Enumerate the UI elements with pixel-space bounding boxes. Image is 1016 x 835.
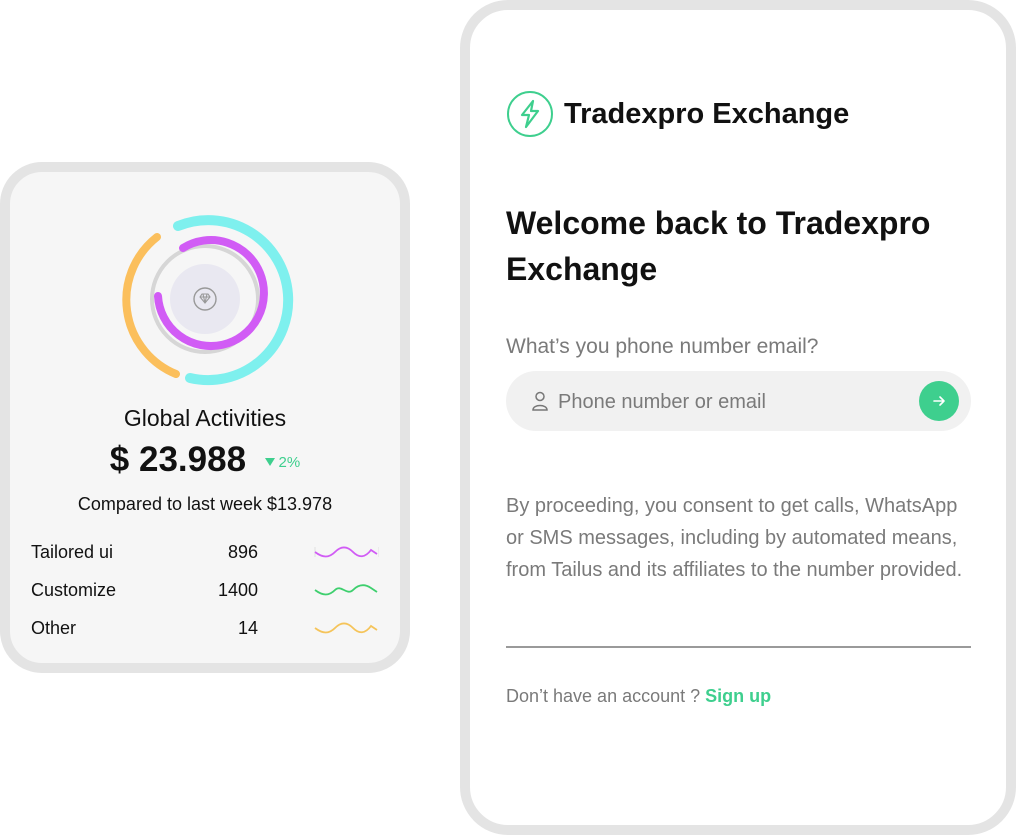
- consent-text: By proceeding, you consent to get calls,…: [506, 495, 963, 581]
- bolt-logo-icon: [507, 91, 553, 137]
- stats-rows: Tailored ui 896 Customize 1400 Other 14: [31, 534, 381, 648]
- brand-name: Tradexpro Exchange: [564, 97, 850, 130]
- sparkline-icon: [314, 546, 379, 558]
- sparkline-icon: [314, 622, 378, 634]
- row-label: Other: [31, 618, 77, 638]
- row-label: Tailored ui: [31, 542, 114, 562]
- down-triangle-icon: [264, 458, 275, 466]
- stats-change-value: 2%: [278, 454, 301, 471]
- global-activities-card: Global Activities $ 23.988 2% Compared t…: [0, 162, 410, 673]
- user-icon: [532, 391, 548, 411]
- page-title: Welcome back to Tradexpro Exchange: [506, 205, 931, 287]
- stats-value-row: $ 23.988 2%: [10, 440, 400, 480]
- login-card: Tradexpro Exchange Welcome back to Trade…: [460, 0, 1016, 835]
- no-account-text: Don’t have an account ?: [506, 686, 701, 706]
- stats-compare: Compared to last week $13.978: [77, 494, 333, 514]
- stats-row-tailored: Tailored ui 896: [31, 534, 381, 572]
- activity-ring-chart: [110, 204, 300, 394]
- stats-row-other: Other 14: [31, 610, 381, 648]
- signup-link[interactable]: Sign up: [705, 686, 771, 706]
- sparkline-icon: [314, 584, 378, 596]
- diamond-icon: [170, 264, 240, 334]
- row-label: Customize: [31, 580, 117, 600]
- row-value: 14: [237, 618, 258, 638]
- stats-row-customize: Customize 1400: [31, 572, 381, 610]
- signup-row: Don’t have an account ? Sign up: [506, 686, 771, 707]
- phone-email-field[interactable]: [506, 371, 971, 431]
- stats-change-badge: 2%: [264, 454, 301, 471]
- phone-email-input[interactable]: [556, 385, 900, 419]
- row-value: 896: [227, 542, 258, 562]
- submit-button[interactable]: [919, 381, 959, 421]
- stats-value: $ 23.988: [109, 440, 247, 479]
- divider: [506, 646, 971, 648]
- brand: Tradexpro Exchange: [506, 90, 849, 138]
- arrow-right-icon: [933, 396, 945, 406]
- phone-question-label: What’s you phone number email?: [506, 335, 819, 358]
- stats-title: Global Activities: [123, 405, 287, 431]
- row-value: 1400: [217, 580, 258, 600]
